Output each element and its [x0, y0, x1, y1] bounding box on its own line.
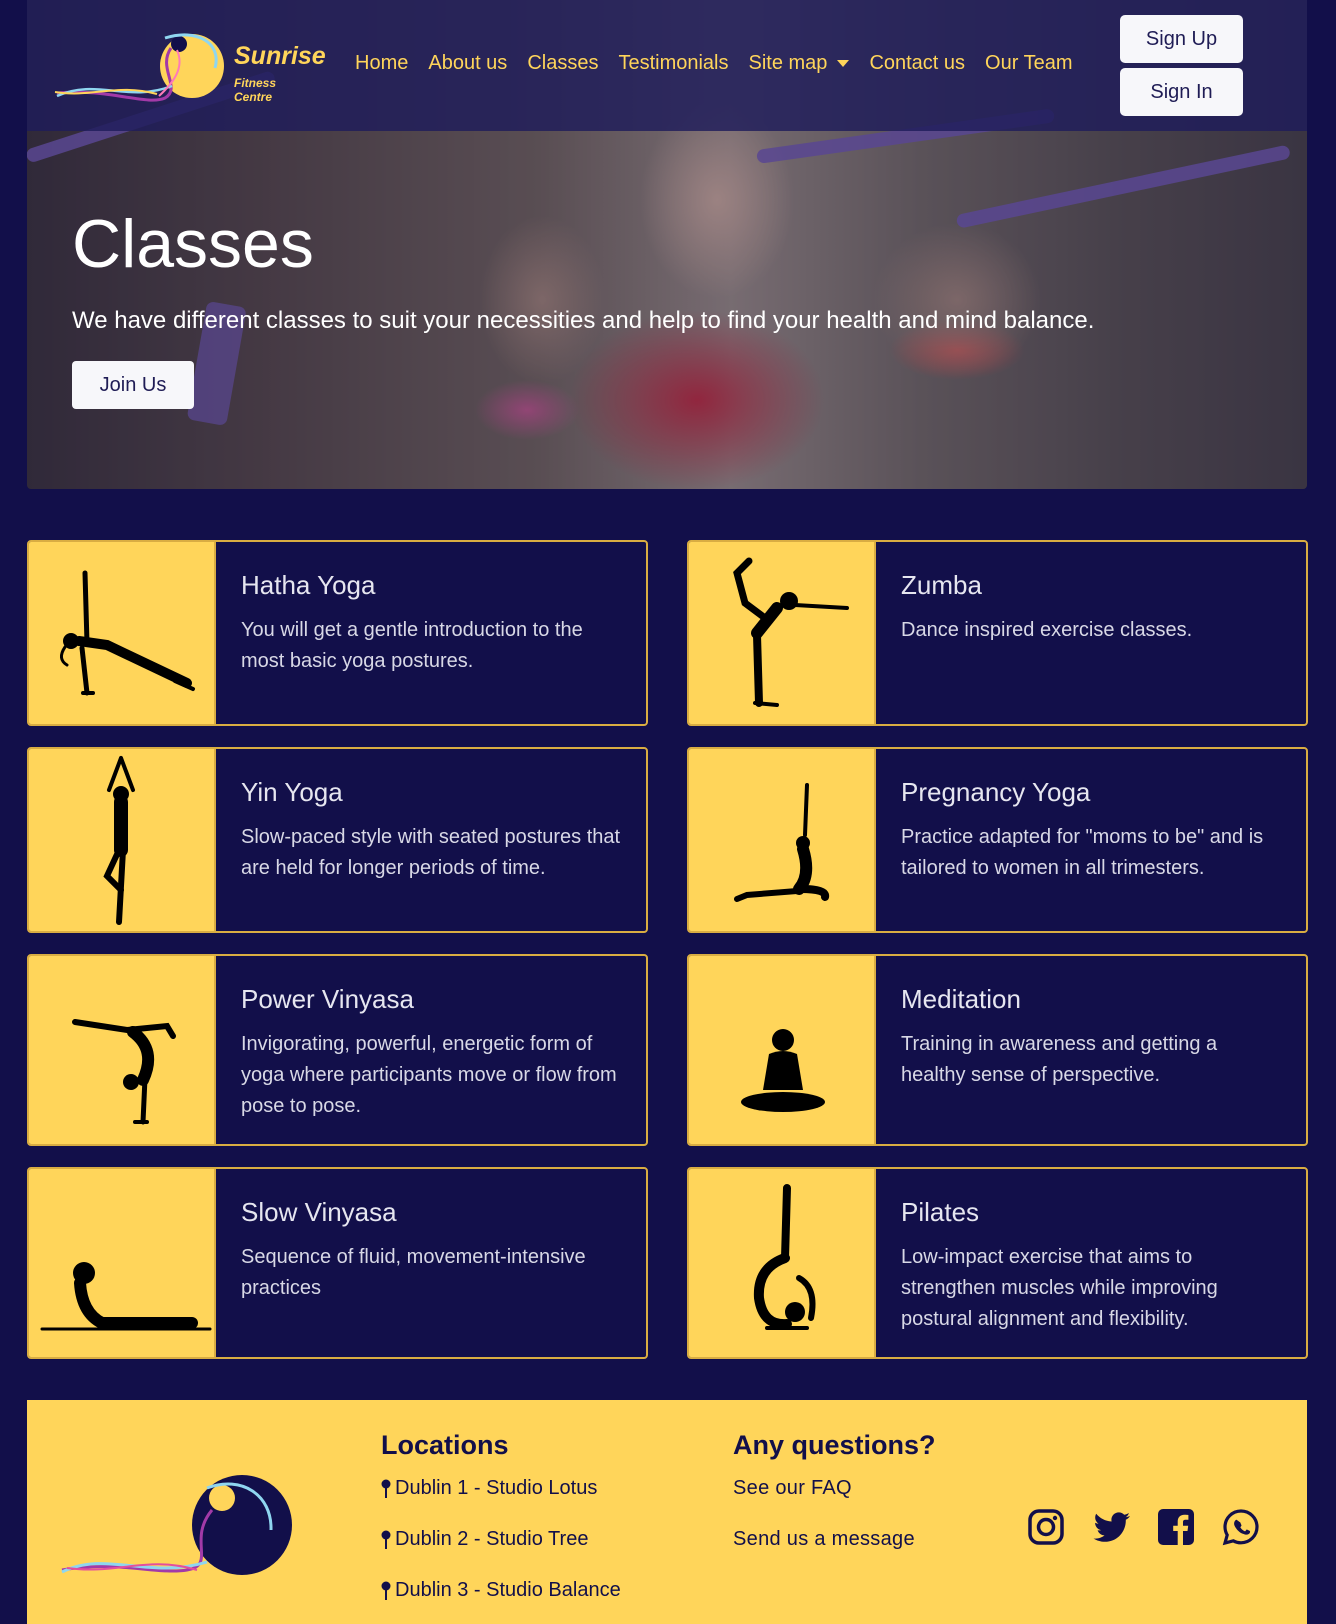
class-card-meditation[interactable]: Meditation Training in awareness and get… — [687, 954, 1308, 1146]
sign-up-button[interactable]: Sign Up — [1120, 15, 1243, 63]
nav-classes[interactable]: Classes — [527, 52, 598, 75]
send-message-link[interactable]: Send us a message — [733, 1528, 936, 1579]
class-title: Zumba — [901, 570, 982, 600]
location-label: Dublin 3 - Studio Balance — [395, 1579, 621, 1601]
facebook-icon[interactable] — [1157, 1508, 1195, 1546]
instagram-icon[interactable] — [1027, 1508, 1065, 1546]
class-description: Dance inspired exercise classes. — [901, 619, 1193, 641]
social-links — [1027, 1508, 1260, 1546]
location-item[interactable]: Dublin 1 - Studio Lotus — [381, 1477, 621, 1528]
nav-contact-us[interactable]: Contact us — [869, 52, 965, 75]
twitter-icon[interactable] — [1092, 1508, 1130, 1546]
class-image — [29, 1169, 216, 1357]
handstand-pose-icon — [71, 1019, 176, 1125]
hero-banner: Sunrise Fitness Centre Home About us Cla… — [27, 0, 1307, 489]
nav-site-map-label: Site map — [748, 52, 828, 74]
locations-title: Locations — [381, 1430, 509, 1460]
faq-link[interactable]: See our FAQ — [733, 1477, 936, 1528]
class-description: Training in awareness and getting a heal… — [901, 1033, 1218, 1086]
class-image — [689, 749, 876, 931]
pin-icon — [381, 1530, 391, 1550]
location-item[interactable]: Dublin 2 - Studio Tree — [381, 1528, 621, 1579]
questions-title: Any questions? — [733, 1430, 936, 1460]
pin-icon — [381, 1479, 391, 1499]
whatsapp-icon[interactable] — [1222, 1508, 1260, 1546]
class-title: Pilates — [901, 1197, 980, 1227]
sign-in-button[interactable]: Sign In — [1120, 68, 1243, 116]
nav-our-team[interactable]: Our Team — [985, 52, 1072, 75]
class-title: Slow Vinyasa — [241, 1197, 397, 1227]
class-image — [29, 956, 216, 1144]
locations-section: Locations Dublin 1 - Studio Lotus Dublin… — [381, 1430, 621, 1624]
class-card-zumba[interactable]: Zumba Dance inspired exercise classes. — [687, 540, 1308, 726]
class-image — [29, 542, 216, 724]
class-title: Power Vinyasa — [241, 984, 414, 1014]
navbar: Sunrise Fitness Centre Home About us Cla… — [27, 0, 1307, 131]
class-image — [689, 1169, 876, 1357]
pin-icon — [381, 1581, 391, 1601]
nav-testimonials[interactable]: Testimonials — [618, 52, 728, 75]
class-description: Sequence of fluid, movement-intensive pr… — [241, 1246, 586, 1299]
class-card-yin-yoga[interactable]: Yin Yoga Slow-paced style with seated po… — [27, 747, 648, 933]
dancer-pose-icon — [732, 557, 849, 707]
footer: Locations Dublin 1 - Studio Lotus Dublin… — [27, 1400, 1307, 1624]
class-card-pregnancy-yoga[interactable]: Pregnancy Yoga Practice adapted for "mom… — [687, 747, 1308, 933]
class-image — [689, 956, 876, 1144]
caret-down-icon — [837, 60, 850, 67]
lotus-meditation-icon — [740, 1029, 825, 1112]
class-card-power-vinyasa[interactable]: Power Vinyasa Invigorating, powerful, en… — [27, 954, 648, 1146]
class-title: Yin Yoga — [241, 777, 343, 807]
class-card-hatha-yoga[interactable]: Hatha Yoga You will get a gentle introdu… — [27, 540, 648, 726]
location-item[interactable]: Dublin 3 - Studio Balance — [381, 1579, 621, 1624]
side-plank-icon — [59, 570, 195, 696]
class-description: Slow-paced style with seated postures th… — [241, 826, 621, 879]
logo[interactable]: Sunrise Fitness Centre — [47, 28, 326, 108]
class-card-pilates[interactable]: Pilates Low-impact exercise that aims to… — [687, 1167, 1308, 1359]
class-title: Meditation — [901, 984, 1021, 1014]
location-label: Dublin 2 - Studio Tree — [395, 1528, 589, 1550]
class-title: Pregnancy Yoga — [901, 777, 1091, 807]
brand-tagline: Fitness Centre — [234, 76, 277, 104]
logo-sun-icon — [54, 33, 224, 102]
class-image — [29, 749, 216, 931]
class-description: You will get a gentle introduction to th… — [241, 619, 583, 672]
class-card-slow-vinyasa[interactable]: Slow Vinyasa Sequence of fluid, movement… — [27, 1167, 648, 1359]
nav-menu: Home About us Classes Testimonials Site … — [355, 52, 1073, 75]
class-image — [689, 542, 876, 724]
class-title: Hatha Yoga — [241, 570, 376, 600]
hero-subtitle: We have different classes to suit your n… — [72, 307, 1095, 334]
scorpion-pose-icon — [753, 1184, 815, 1330]
tree-pose-icon — [102, 756, 135, 925]
cobra-pose-icon — [40, 1262, 211, 1331]
nav-home[interactable]: Home — [355, 52, 408, 75]
questions-section: Any questions? See our FAQ Send us a mes… — [733, 1430, 936, 1579]
page-title: Classes — [72, 206, 314, 282]
nav-site-map-dropdown[interactable]: Site map — [749, 52, 850, 75]
class-description: Low-impact exercise that aims to strengt… — [901, 1246, 1218, 1330]
hero-content: Classes We have different classes to sui… — [72, 205, 1094, 409]
pigeon-pose-icon — [733, 783, 829, 902]
class-description: Invigorating, powerful, energetic form o… — [241, 1033, 617, 1117]
footer-logo-icon — [61, 1475, 292, 1575]
nav-about-us[interactable]: About us — [428, 52, 507, 75]
join-us-button[interactable]: Join Us — [72, 361, 194, 409]
class-description: Practice adapted for "moms to be" and is… — [901, 826, 1264, 879]
brand-name: Sunrise — [234, 42, 326, 70]
location-label: Dublin 1 - Studio Lotus — [395, 1477, 598, 1499]
